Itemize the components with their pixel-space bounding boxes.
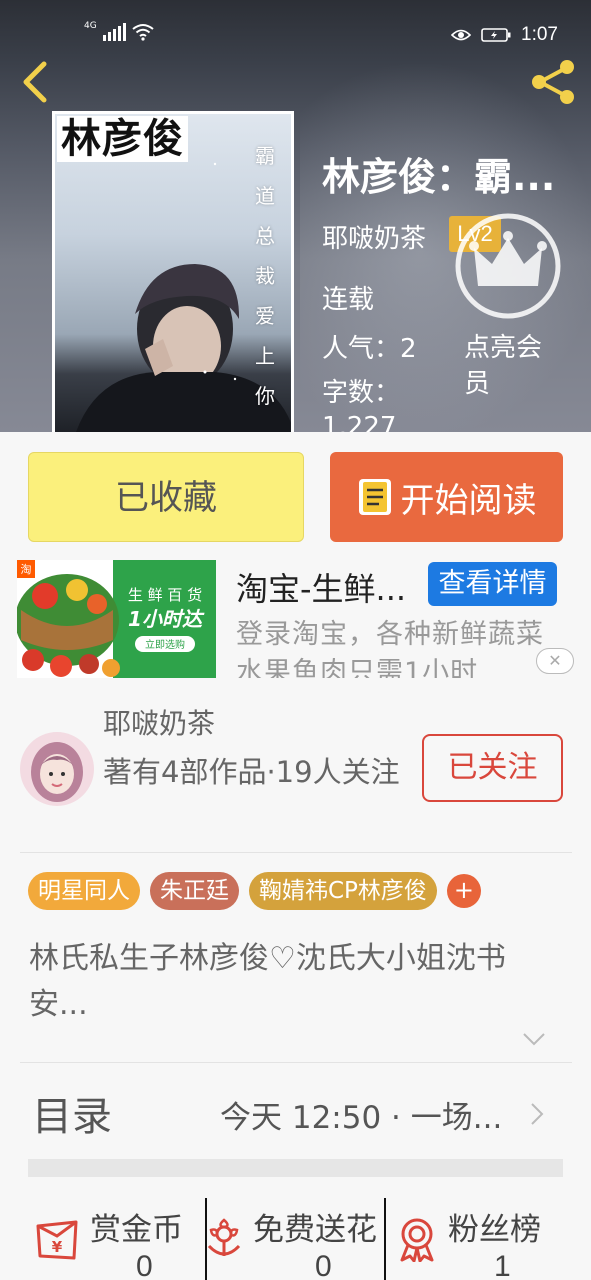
cover-vertical-text: 霸道总裁爱上你 [255, 144, 275, 408]
author-card-name[interactable]: 耶啵奶茶 [103, 702, 215, 742]
book-title: 林彦俊：霸... [322, 155, 556, 199]
popularity: 人气：2 [322, 334, 417, 364]
signal-icon [102, 23, 126, 41]
cover-title: 林彦俊 [57, 116, 188, 162]
toc-title: 目录 [32, 1094, 112, 1140]
ad-close-icon[interactable]: ✕ [536, 648, 574, 674]
synopsis[interactable]: 林氏私生子林彦俊♡沈氏大小姐沈书安... [29, 936, 559, 1028]
ad-image-line1: 生 鲜 百 货 [128, 586, 202, 604]
start-reading-label: 开始阅读 [400, 480, 537, 521]
book-cover[interactable]: 林彦俊 霸道总裁爱上你 [52, 111, 294, 432]
svg-text:¥: ¥ [52, 1238, 63, 1256]
word-count: 字数：1,227 [322, 378, 401, 432]
tag-item[interactable]: 明星同人 [28, 872, 140, 910]
ad-badge: 淘 [21, 563, 32, 576]
bottom-action-bar: ¥ 赏金币 0 免费送花 0 粉丝榜 1 [0, 1198, 591, 1280]
reward-coins-count: 0 [136, 1250, 153, 1280]
ribbon-medal-icon [400, 1218, 434, 1262]
avatar[interactable] [20, 732, 94, 806]
ad-artwork: 淘 生 鲜 百 货 1小时达 立即选购 [17, 560, 216, 678]
table-of-contents-row[interactable]: 目录 今天 12:50 · 一场... [0, 1062, 591, 1162]
status-right: 1:07 [451, 24, 558, 46]
followed-button[interactable]: 已关注 [422, 734, 563, 802]
status-left: 4G [84, 22, 154, 41]
chevron-right-icon [531, 1103, 544, 1125]
ad-description: 登录淘宝，各种新鲜蔬菜水果鱼肉只需1小时 [236, 619, 544, 678]
gold-coin-icon: ¥ [36, 1220, 78, 1260]
book-icon [358, 479, 391, 515]
author-name[interactable]: 耶啵奶茶 [322, 218, 426, 255]
author-stats: 著有4部作品·19人关注 [103, 755, 400, 789]
book-header: 4G 1:07 林彦俊 霸道总裁爱上你 林彦俊：霸... 耶啵奶茶 Lv2 连载… [0, 0, 591, 432]
author-card[interactable]: 耶啵奶茶 著有4部作品·19人关注 已关注 [0, 700, 591, 850]
flower-icon [207, 1218, 241, 1256]
tag-list: 明星同人 朱正廷 鞠婧祎CP林彦俊 + [28, 872, 481, 910]
book-detail-content: 已收藏 开始阅读 淘 生 鲜 百 货 1小时达 立即选购 淘宝-生鲜... 查看… [0, 432, 591, 1280]
collected-button[interactable]: 已收藏 [28, 452, 304, 542]
avatar-image [20, 732, 94, 806]
tag-item[interactable]: 朱正廷 [150, 872, 239, 910]
reward-coins-label: 赏金币 [90, 1212, 183, 1248]
eye-comfort-icon [451, 29, 472, 41]
chevron-down-icon[interactable] [522, 1032, 546, 1046]
reward-coins-button[interactable]: ¥ 赏金币 0 [0, 1198, 205, 1280]
section-separator [28, 1159, 563, 1177]
vip-activate-label[interactable]: 点亮会员 [464, 330, 564, 402]
ad-image-line2: 1小时达 [128, 607, 205, 631]
back-arrow-icon[interactable] [18, 60, 52, 104]
start-reading-button[interactable]: 开始阅读 [330, 452, 563, 542]
fan-ranking-label: 粉丝榜 [448, 1212, 541, 1248]
share-icon[interactable] [528, 58, 578, 106]
status-bar: 4G 1:07 [0, 0, 591, 58]
send-flower-label: 免费送花 [253, 1212, 377, 1248]
tag-item[interactable]: 鞠婧祎CP林彦俊 [249, 872, 437, 910]
divider [20, 852, 572, 853]
ad-details-button[interactable]: 查看详情 [428, 562, 557, 606]
ad-banner[interactable]: 淘 生 鲜 百 货 1小时达 立即选购 淘宝-生鲜... 查看详情 登录淘宝，各… [0, 560, 591, 678]
battery-icon [481, 28, 511, 42]
crown-icon[interactable] [452, 210, 564, 322]
network-type: 4G [84, 21, 97, 31]
clock: 1:07 [521, 24, 558, 45]
latest-chapter: 今天 12:50 · 一场... [220, 1100, 503, 1136]
add-tag-button[interactable]: + [446, 874, 481, 908]
wifi-icon [132, 24, 154, 41]
fan-ranking-button[interactable]: 粉丝榜 1 [386, 1198, 591, 1280]
ad-image[interactable]: 淘 生 鲜 百 货 1小时达 立即选购 [17, 560, 216, 678]
serial-status: 连载 [322, 285, 375, 315]
send-flower-button[interactable]: 免费送花 0 [207, 1198, 384, 1280]
ad-title[interactable]: 淘宝-生鲜... [236, 564, 416, 610]
fan-ranking-count: 1 [494, 1250, 511, 1280]
send-flower-count: 0 [315, 1250, 332, 1280]
ad-image-cta: 立即选购 [145, 638, 185, 651]
